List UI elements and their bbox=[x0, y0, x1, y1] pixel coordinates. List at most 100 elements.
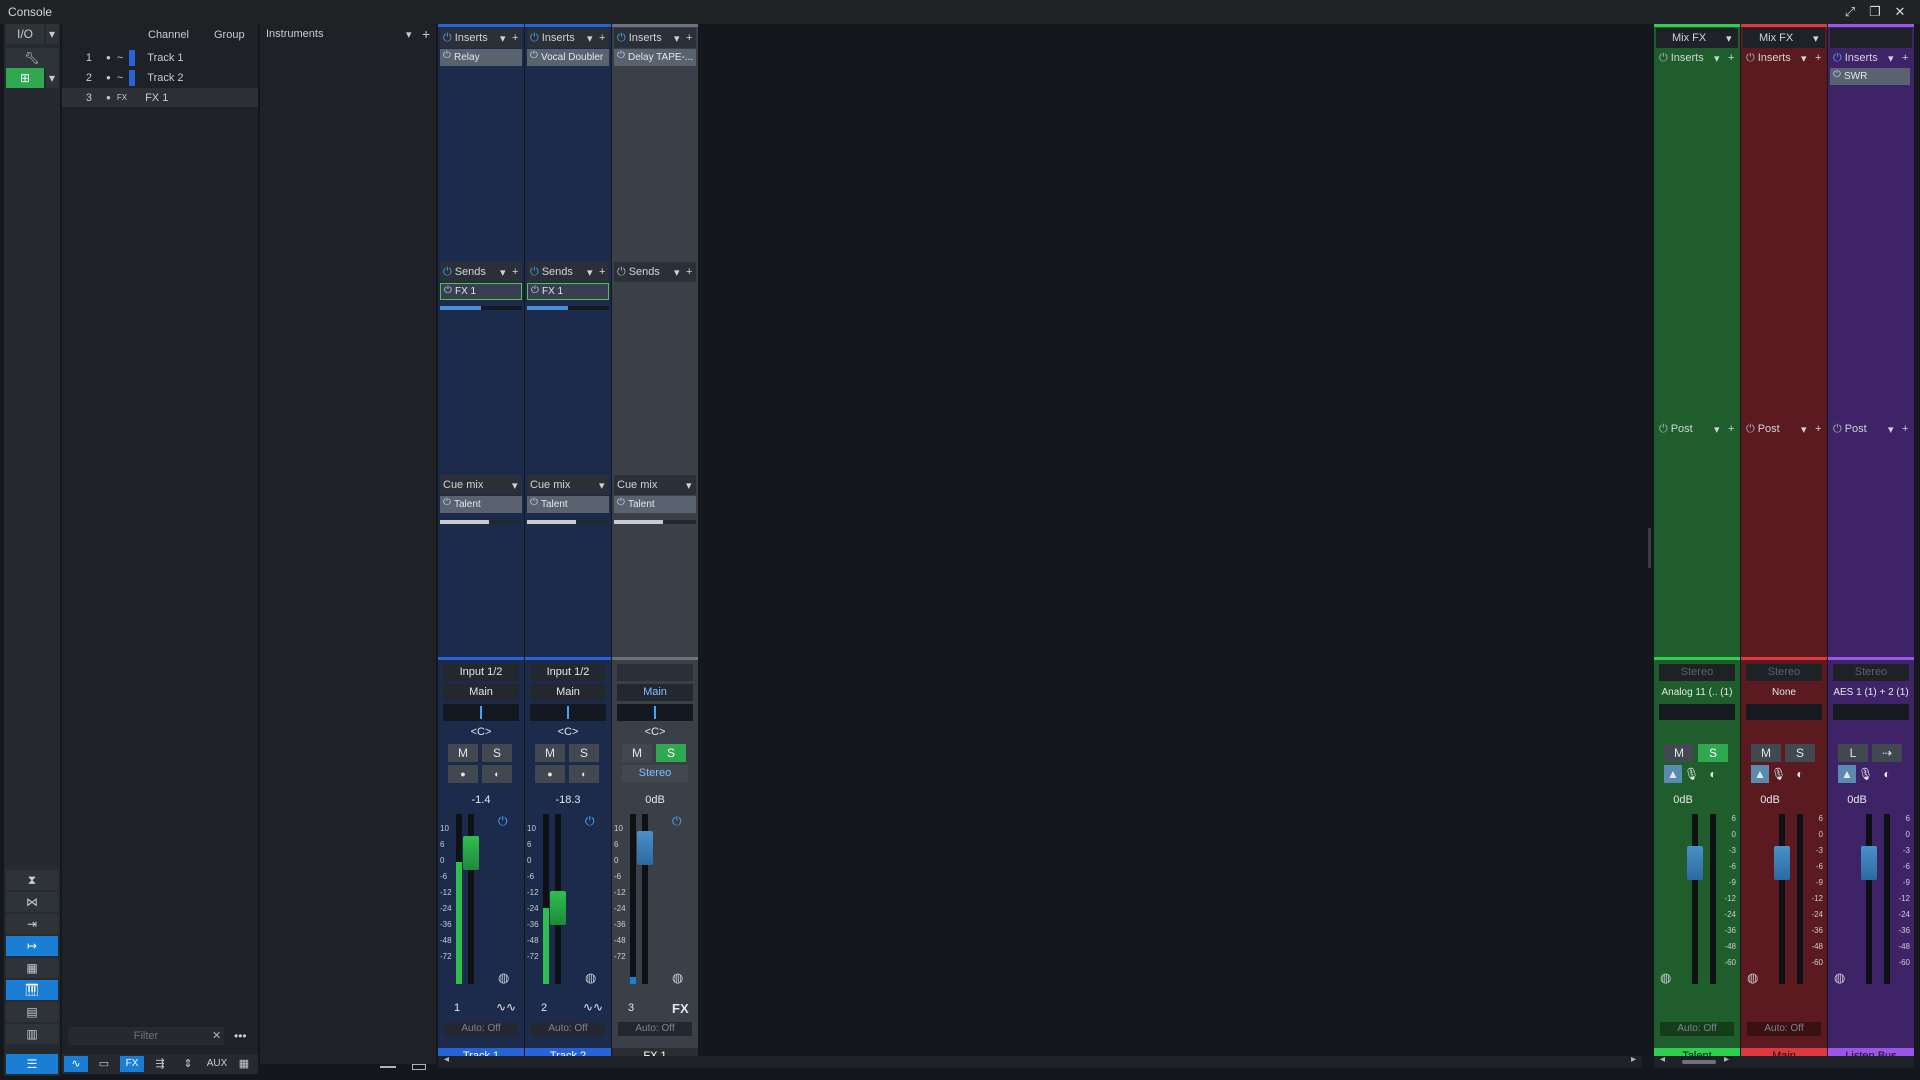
channel-row[interactable]: 2 ● ~ Track 2 bbox=[62, 68, 258, 87]
automation-button[interactable]: Auto: Off bbox=[531, 1022, 605, 1036]
pan-law-icon[interactable]: ◍ bbox=[672, 970, 683, 986]
volume-fader[interactable] bbox=[1687, 846, 1703, 880]
power-icon[interactable]: ⏻ bbox=[1659, 52, 1668, 65]
stereo-button[interactable]: Stereo bbox=[622, 765, 688, 782]
power-icon[interactable]: ⏻ bbox=[585, 814, 595, 829]
mute-button[interactable]: M bbox=[535, 744, 565, 762]
record-icon[interactable]: ● bbox=[535, 765, 565, 783]
automation-button[interactable]: Auto: Off bbox=[444, 1022, 518, 1036]
splitter-handle[interactable] bbox=[1648, 528, 1651, 568]
bars-icon[interactable]: ▥ bbox=[6, 1024, 58, 1044]
grid-icon[interactable]: ▦ bbox=[6, 958, 58, 978]
scroll-right-icon[interactable]: ▸ bbox=[1724, 1054, 1729, 1065]
instruments-dropdown-icon[interactable]: ▾ bbox=[406, 28, 412, 41]
record-dot-icon[interactable]: ● bbox=[106, 73, 111, 82]
add-icon[interactable]: + bbox=[512, 266, 518, 278]
send-slot[interactable]: ⏻ FX 1 bbox=[440, 283, 522, 300]
power-icon[interactable]: ⏻ bbox=[443, 32, 452, 45]
add-icon[interactable]: + bbox=[686, 266, 692, 278]
output-select[interactable]: Main bbox=[617, 684, 693, 701]
power-icon[interactable]: ⏻ bbox=[672, 814, 682, 829]
restore-icon[interactable]: ❐ bbox=[1866, 3, 1884, 21]
record-dot-icon[interactable]: ● bbox=[106, 53, 111, 62]
solo-button[interactable]: S bbox=[656, 744, 686, 762]
input-select[interactable]: Input 1/2 bbox=[530, 664, 606, 681]
cue-mix-header[interactable]: Cue mix ▾ bbox=[440, 475, 522, 495]
expand-icon[interactable]: ⤢ bbox=[1841, 3, 1859, 21]
add-icon[interactable]: + bbox=[1815, 423, 1821, 435]
talkback-icon[interactable]: ⇢ bbox=[1872, 744, 1902, 762]
keyboard-icon[interactable]: 🎹︎ bbox=[6, 980, 58, 1000]
waveform-icon[interactable]: ∿∿ bbox=[496, 1000, 516, 1014]
pan-law-icon[interactable]: ◍ bbox=[585, 970, 596, 986]
solo-button[interactable]: S bbox=[1785, 744, 1815, 762]
dim-icon[interactable]: ▲ bbox=[1751, 765, 1769, 783]
output-select[interactable]: AES 1 (1) + 2 (1) bbox=[1833, 684, 1909, 701]
sends-header[interactable]: ⏻ Sends ▾ + bbox=[614, 262, 696, 282]
io-dropdown-icon[interactable]: ▾ bbox=[46, 24, 58, 44]
add-instrument-icon[interactable]: + bbox=[422, 26, 430, 42]
cue-slot[interactable]: ⏻ Talent bbox=[527, 496, 609, 513]
toggle-icon[interactable]: ◐ bbox=[1789, 765, 1811, 783]
power-icon[interactable]: ⏻ bbox=[530, 266, 539, 279]
output-select[interactable]: Main bbox=[443, 684, 519, 701]
automation-button[interactable]: Auto: Off bbox=[618, 1022, 692, 1036]
volume-fader[interactable] bbox=[1861, 846, 1877, 880]
power-icon[interactable]: ⏻ bbox=[531, 285, 539, 296]
post-header[interactable]: ⏻ Post ▾ + bbox=[1830, 419, 1912, 439]
mute-button[interactable]: M bbox=[622, 744, 652, 762]
dropdown-icon[interactable]: ▾ bbox=[1714, 52, 1720, 65]
power-icon[interactable]: ⏻ bbox=[530, 50, 538, 61]
dim-icon[interactable]: ▲ bbox=[1838, 765, 1856, 783]
dropdown-icon[interactable]: ▾ bbox=[599, 479, 605, 492]
pan-knob[interactable] bbox=[443, 704, 519, 721]
mute-button[interactable]: L bbox=[1838, 744, 1868, 762]
horizontal-scrollbar[interactable]: ◂ ▸ bbox=[438, 1054, 1642, 1068]
dim-icon[interactable]: ▲ bbox=[1664, 765, 1682, 783]
dropdown-icon[interactable]: ▾ bbox=[1726, 32, 1732, 45]
dropdown-icon[interactable]: ▾ bbox=[512, 479, 518, 492]
restore-panel-icon[interactable] bbox=[412, 1064, 426, 1070]
cue-level-bar[interactable] bbox=[527, 520, 609, 524]
route-icon[interactable]: ↦ bbox=[6, 936, 58, 956]
scroll-left-icon[interactable]: ◂ bbox=[444, 1054, 449, 1065]
mixfx-header[interactable] bbox=[1830, 28, 1912, 48]
send-slot[interactable]: ⏻ FX 1 bbox=[527, 283, 609, 300]
volume-fader[interactable] bbox=[550, 890, 566, 925]
clear-filter-icon[interactable]: ✕ bbox=[212, 1027, 221, 1045]
dropdown-icon[interactable]: ▾ bbox=[674, 32, 680, 45]
dropdown-icon[interactable]: ▾ bbox=[686, 479, 692, 492]
add-icon[interactable]: + bbox=[686, 32, 692, 44]
insert-slot[interactable]: ⏻ SWR bbox=[1830, 68, 1910, 85]
collapse-icon[interactable]: ⧗ bbox=[6, 870, 58, 890]
solo-button[interactable]: S bbox=[1698, 744, 1728, 762]
instrument-tab-icon[interactable]: ▭ bbox=[92, 1056, 116, 1072]
dropdown-icon[interactable]: ▾ bbox=[587, 32, 593, 45]
scroll-left-icon[interactable]: ◂ bbox=[1660, 1054, 1665, 1065]
dropdown-icon[interactable]: ▾ bbox=[674, 266, 680, 279]
volume-fader[interactable] bbox=[637, 831, 653, 865]
record-dot-icon[interactable]: ● bbox=[106, 93, 111, 102]
send-level-bar[interactable] bbox=[440, 306, 522, 310]
mixfx-header[interactable]: Mix FX ▾ bbox=[1656, 28, 1738, 48]
channel-header[interactable]: Channel bbox=[148, 29, 214, 41]
power-icon[interactable]: ⏻ bbox=[617, 266, 626, 279]
inserts-header[interactable]: ⏻ Inserts ▾ + bbox=[440, 28, 522, 48]
post-header[interactable]: ⏻ Post ▾ + bbox=[1743, 419, 1825, 439]
toggle-icon[interactable]: ◐ bbox=[1702, 765, 1724, 783]
cue-slot[interactable]: ⏻ Talent bbox=[614, 496, 696, 513]
solo-button[interactable]: S bbox=[569, 744, 599, 762]
add-icon[interactable]: + bbox=[512, 32, 518, 44]
cue-level-bar[interactable] bbox=[440, 520, 522, 524]
input-select[interactable]: Input 1/2 bbox=[443, 664, 519, 681]
filter-input[interactable]: Filter bbox=[68, 1027, 224, 1045]
power-icon[interactable]: ⏻ bbox=[444, 285, 452, 296]
cue-mix-header[interactable]: Cue mix ▾ bbox=[527, 475, 609, 495]
dropdown-icon[interactable]: ▾ bbox=[1813, 32, 1819, 45]
cue-slot[interactable]: ⏻ Talent bbox=[440, 496, 522, 513]
pan-knob[interactable] bbox=[530, 704, 606, 721]
add-icon[interactable]: + bbox=[1815, 52, 1821, 64]
waveform-icon[interactable]: ∿∿ bbox=[583, 1000, 603, 1014]
output-select[interactable]: Analog 11 (.. (1) bbox=[1659, 684, 1735, 701]
pan-law-icon[interactable]: ◍ bbox=[498, 970, 509, 986]
